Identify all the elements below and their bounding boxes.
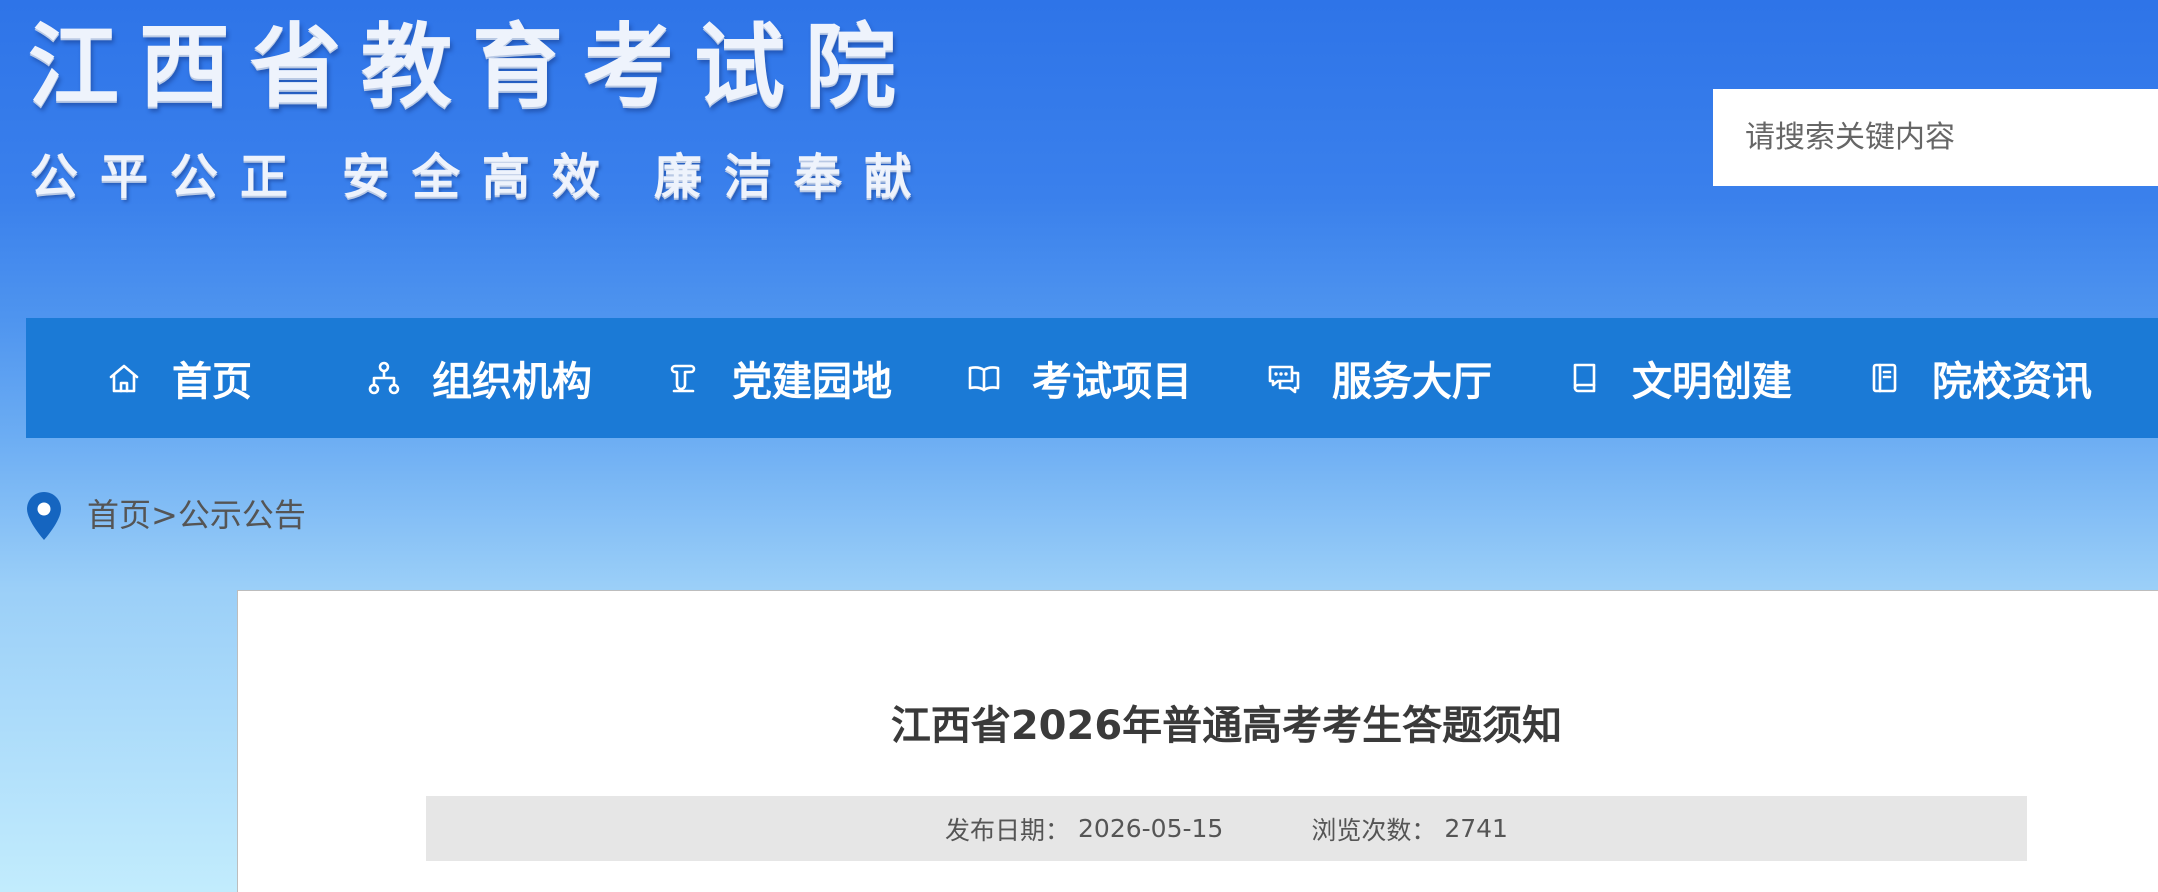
search-box xyxy=(1713,89,2158,186)
site-slogan: 公平公正 安全高效 廉洁奉献 xyxy=(30,149,966,205)
nav-item-label: 首页 xyxy=(172,359,252,405)
chat-service-icon xyxy=(1266,360,1302,396)
notebook-icon xyxy=(1866,360,1902,396)
nav-item-school-news[interactable]: 院校资讯 xyxy=(1829,318,2129,438)
nav-item-label: 院校资讯 xyxy=(1932,359,2092,405)
view-count-label: 浏览次数： xyxy=(1311,815,1437,845)
site-title: 江西省教育考试院 xyxy=(28,15,917,120)
org-chart-icon xyxy=(366,360,402,396)
breadcrumb: 首页>公示公告 xyxy=(87,496,306,534)
breadcrumb-separator: > xyxy=(151,496,178,534)
view-count-value: 2741 xyxy=(1444,814,1508,843)
nav-item-label: 党建园地 xyxy=(732,359,892,405)
slogan-phrase: 安全高效 xyxy=(342,149,623,205)
nav-item-organization[interactable]: 组织机构 xyxy=(329,318,629,438)
breadcrumb-current-link[interactable]: 公示公告 xyxy=(178,496,306,534)
nav-item-service-hall[interactable]: 服务大厅 xyxy=(1229,318,1529,438)
article-meta-bar: 发布日期： 2026-05-15 浏览次数： 2741 xyxy=(426,796,2027,861)
party-building-icon xyxy=(666,360,702,396)
location-pin-icon xyxy=(26,491,62,541)
publish-date-label: 发布日期： xyxy=(945,815,1071,845)
nav-item-home[interactable]: 首页 xyxy=(29,318,329,438)
nav-item-civilization[interactable]: 文明创建 xyxy=(1529,318,1829,438)
breadcrumb-home-link[interactable]: 首页 xyxy=(87,496,151,534)
nav-item-label: 考试项目 xyxy=(1032,359,1192,405)
slogan-phrase: 公平公正 xyxy=(30,149,311,205)
article-title: 江西省2026年普通高考考生答题须知 xyxy=(890,703,1563,749)
publish-date: 发布日期： 2026-05-15 xyxy=(945,811,1223,847)
view-count: 浏览次数： 2741 xyxy=(1311,811,1508,847)
search-input[interactable] xyxy=(1713,89,2158,186)
article-panel: 江西省2026年普通高考考生答题须知 发布日期： 2026-05-15 浏览次数… xyxy=(237,590,2158,892)
home-icon xyxy=(106,360,142,396)
nav-item-label: 文明创建 xyxy=(1632,359,1792,405)
nav-item-exams[interactable]: 考试项目 xyxy=(929,318,1229,438)
main-nav: 首页 组织机构 党建园地 考试项目 服务大厅 文明创建 院校资讯 xyxy=(26,318,2158,438)
slogan-phrase: 廉洁奉献 xyxy=(654,149,935,205)
nav-item-party-building[interactable]: 党建园地 xyxy=(629,318,929,438)
nav-item-label: 组织机构 xyxy=(432,359,592,405)
nav-item-label: 服务大厅 xyxy=(1332,359,1492,405)
publish-date-value: 2026-05-15 xyxy=(1078,814,1224,843)
book-icon xyxy=(1566,360,1602,396)
open-book-icon xyxy=(966,360,1002,396)
